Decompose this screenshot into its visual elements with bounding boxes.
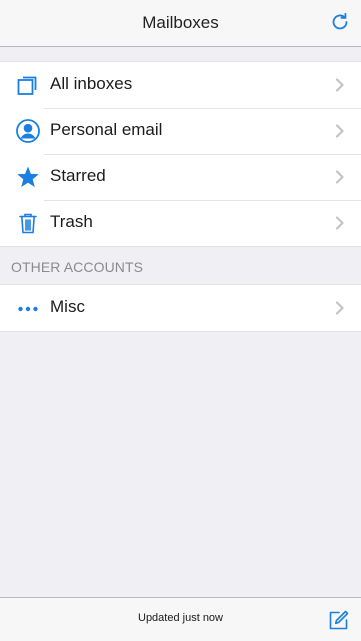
- mailbox-label: Starred: [50, 166, 106, 185]
- account-label: Misc: [50, 297, 85, 316]
- mailbox-row-personal-email[interactable]: Personal email: [0, 108, 361, 154]
- chevron-right-icon: [335, 216, 345, 230]
- chevron-right-icon: [335, 78, 345, 92]
- inbox-stack-icon: [16, 73, 40, 97]
- page-title: Mailboxes: [142, 13, 219, 32]
- mailbox-label: Trash: [50, 212, 93, 231]
- person-icon: [16, 119, 40, 143]
- ellipsis-icon: [16, 296, 40, 320]
- other-accounts-list: Misc: [0, 284, 361, 332]
- mailbox-label: Personal email: [50, 120, 163, 139]
- mailboxes-list: All inboxes Personal email Starred Trash: [0, 61, 361, 247]
- section-header-other-accounts: OTHER ACCOUNTS: [11, 259, 144, 275]
- chevron-right-icon: [335, 124, 345, 138]
- bottom-toolbar: Updated just now: [0, 597, 361, 641]
- navigation-bar: Mailboxes: [0, 0, 361, 47]
- mailbox-row-all-inboxes[interactable]: All inboxes: [0, 62, 361, 108]
- account-row-misc[interactable]: Misc: [0, 285, 361, 331]
- chevron-right-icon: [335, 170, 345, 184]
- mailbox-row-trash[interactable]: Trash: [0, 200, 361, 246]
- mailbox-label: All inboxes: [50, 74, 133, 93]
- star-icon: [16, 165, 40, 189]
- compose-icon[interactable]: [328, 609, 350, 631]
- update-status: Updated just now: [138, 612, 223, 624]
- mailbox-row-starred[interactable]: Starred: [0, 154, 361, 200]
- refresh-icon[interactable]: [329, 11, 351, 33]
- chevron-right-icon: [335, 301, 345, 315]
- trash-icon: [16, 211, 40, 235]
